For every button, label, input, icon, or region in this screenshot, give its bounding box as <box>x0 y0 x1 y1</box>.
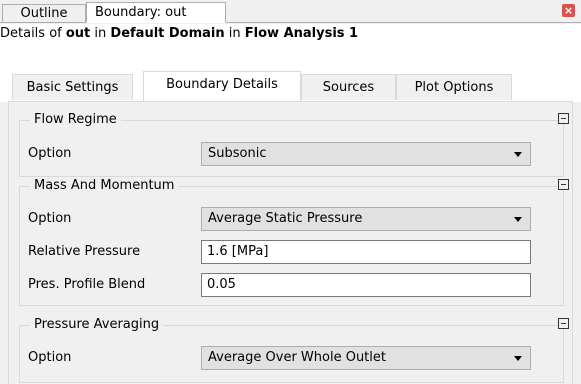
details-header: Details of out in Default Domain in Flow… <box>0 24 581 44</box>
profile-blend-label: Pres. Profile Blend <box>28 277 146 292</box>
pressure-averaging-option-select[interactable]: Average Over Whole Outlet <box>201 346 531 370</box>
tab-sources[interactable]: Sources <box>301 74 396 100</box>
chevron-down-icon <box>514 217 522 222</box>
collapse-icon[interactable] <box>558 113 569 124</box>
tab-outline[interactable]: Outline <box>2 4 86 22</box>
details-in1: in <box>90 26 111 41</box>
details-object: out <box>65 26 91 41</box>
chevron-down-icon <box>514 152 522 157</box>
flow-regime-option-label: Option <box>28 146 72 161</box>
chevron-down-icon <box>514 356 522 361</box>
group-title-mass-and-momentum: Mass And Momentum <box>30 178 179 194</box>
group-mass-and-momentum: Mass And Momentum Option Average Static … <box>19 178 569 306</box>
relative-pressure-label: Relative Pressure <box>28 244 141 259</box>
collapse-icon[interactable] <box>558 179 569 190</box>
details-in2: in <box>224 26 245 41</box>
group-title-pressure-averaging: Pressure Averaging <box>30 317 164 333</box>
mass-momentum-option-value: Average Static Pressure <box>208 211 363 226</box>
sub-tab-strip: Basic Settings Boundary Details Sources … <box>0 44 581 102</box>
flow-regime-option-select[interactable]: Subsonic <box>201 142 531 166</box>
tab-boundary-details[interactable]: Boundary Details <box>143 71 301 101</box>
boundary-details-panel: Outline Boundary: out × Details of out i… <box>0 0 581 384</box>
details-prefix: Details of <box>0 26 66 41</box>
tab-content: Flow Regime Option Subsonic Mass And Mom… <box>8 101 573 384</box>
pressure-averaging-option-value: Average Over Whole Outlet <box>208 350 386 365</box>
tab-boundary-out[interactable]: Boundary: out <box>86 2 226 23</box>
group-pressure-averaging: Pressure Averaging Option Average Over W… <box>19 317 569 383</box>
pressure-averaging-option-label: Option <box>28 350 72 365</box>
collapse-icon[interactable] <box>558 318 569 329</box>
group-flow-regime: Flow Regime Option Subsonic <box>19 112 569 177</box>
group-title-flow-regime: Flow Regime <box>30 112 121 128</box>
profile-blend-field[interactable]: 0.05 <box>201 273 531 297</box>
tab-plot-options[interactable]: Plot Options <box>396 74 512 100</box>
mass-momentum-option-select[interactable]: Average Static Pressure <box>201 207 531 231</box>
relative-pressure-field[interactable]: 1.6 [MPa] <box>201 240 531 264</box>
mass-momentum-option-label: Option <box>28 211 72 226</box>
flow-regime-option-value: Subsonic <box>208 146 267 161</box>
details-domain: Default Domain <box>110 26 225 41</box>
close-icon[interactable]: × <box>562 4 575 17</box>
tab-basic-settings[interactable]: Basic Settings <box>12 74 133 100</box>
top-tab-strip: Outline Boundary: out × <box>0 0 581 23</box>
details-analysis: Flow Analysis 1 <box>244 26 359 41</box>
